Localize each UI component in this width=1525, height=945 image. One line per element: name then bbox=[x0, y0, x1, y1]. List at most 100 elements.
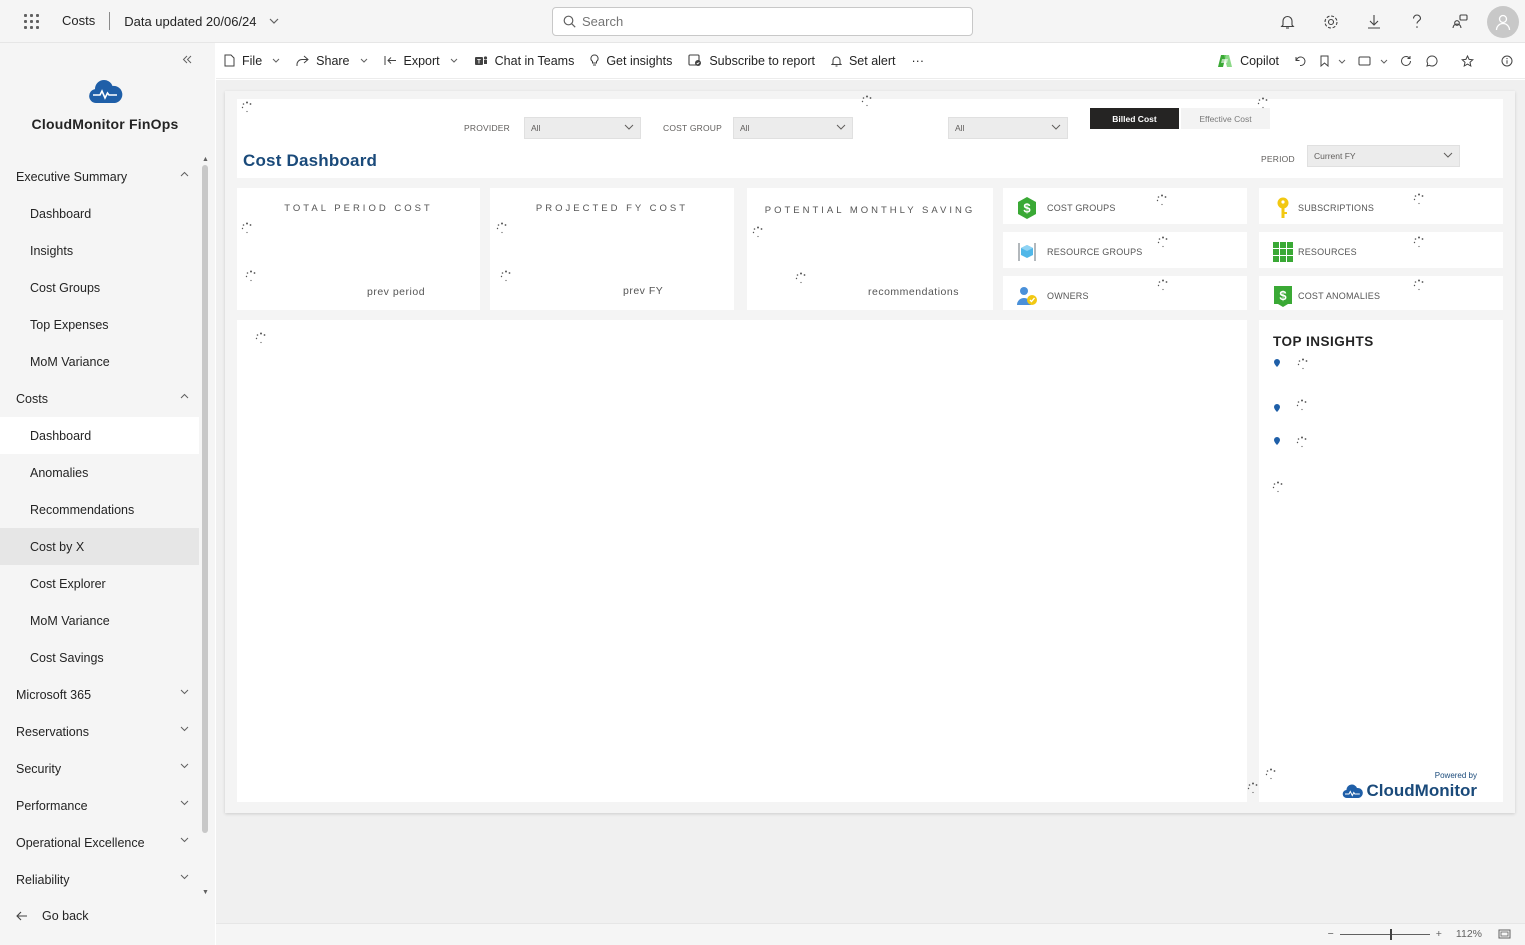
tile-label: OWNERS bbox=[1047, 291, 1089, 301]
loading-spinner-icon bbox=[752, 226, 763, 238]
sidebar-item-dashboard[interactable]: Dashboard bbox=[0, 195, 199, 232]
tile-cost-anomalies[interactable]: $ COST ANOMALIES bbox=[1259, 276, 1503, 310]
go-back-button[interactable]: Go back bbox=[16, 909, 89, 923]
kpi-total-period-cost[interactable]: TOTAL PERIOD COST prev period bbox=[237, 188, 480, 310]
billed-cost-button[interactable]: Billed Cost bbox=[1090, 108, 1179, 129]
zoom-slider-thumb[interactable] bbox=[1389, 928, 1392, 940]
chevron-down-icon bbox=[180, 800, 189, 806]
filter-slicer[interactable]: All bbox=[948, 117, 1068, 139]
file-menu-button[interactable]: File bbox=[216, 43, 288, 79]
scroll-up-arrow[interactable]: ▲ bbox=[202, 156, 209, 163]
fit-to-page-icon[interactable] bbox=[1498, 929, 1511, 939]
file-label: File bbox=[242, 53, 263, 68]
person-icon bbox=[1495, 14, 1511, 30]
sidebar-section-reliability[interactable]: Reliability bbox=[0, 861, 199, 898]
chat-in-teams-button[interactable]: T Chat in Teams bbox=[466, 43, 583, 79]
view-button[interactable] bbox=[1353, 43, 1393, 79]
export-label: Export bbox=[403, 53, 440, 68]
sidebar-item-label: Reliability bbox=[16, 872, 70, 887]
subscribe-button[interactable]: Subscribe to report bbox=[680, 43, 823, 79]
chevron-down-icon bbox=[1051, 124, 1061, 130]
zoom-out-button[interactable]: − bbox=[1328, 928, 1334, 940]
info-button[interactable] bbox=[1489, 43, 1525, 79]
report-page: PROVIDER All COST GROUP All All Billed C… bbox=[225, 91, 1515, 813]
help-button[interactable] bbox=[1395, 0, 1438, 43]
bell-icon bbox=[1280, 15, 1295, 29]
kpi-projected-fy-cost[interactable]: PROJECTED FY COST prev FY bbox=[490, 188, 734, 310]
sidebar-item-costs-mom-variance[interactable]: MoM Variance bbox=[0, 602, 199, 639]
sidebar-item-insights[interactable]: Insights bbox=[0, 232, 199, 269]
sidebar-section-costs[interactable]: Costs bbox=[0, 380, 199, 417]
svg-text:$: $ bbox=[1023, 201, 1031, 216]
data-updated-dropdown[interactable]: Data updated 20/06/24 bbox=[110, 14, 278, 29]
period-value: Current FY bbox=[1314, 151, 1356, 161]
chevron-down-icon bbox=[1380, 59, 1388, 64]
tile-subscriptions[interactable]: SUBSCRIPTIONS bbox=[1259, 188, 1503, 224]
comments-button[interactable] bbox=[1419, 43, 1445, 79]
search-box[interactable] bbox=[552, 7, 973, 36]
chevron-down-icon bbox=[360, 58, 367, 63]
chat-in-teams-label: Chat in Teams bbox=[494, 53, 575, 68]
zoom-in-button[interactable]: + bbox=[1436, 928, 1442, 940]
cost-group-slicer[interactable]: All bbox=[733, 117, 853, 139]
sidebar-scrollbar[interactable] bbox=[202, 165, 208, 833]
sidebar-item-cost-groups[interactable]: Cost Groups bbox=[0, 269, 199, 306]
share-menu-button[interactable]: Share bbox=[288, 43, 375, 79]
subscribe-label: Subscribe to report bbox=[709, 53, 815, 68]
download-button[interactable] bbox=[1352, 0, 1395, 43]
zoom-slider[interactable] bbox=[1339, 928, 1430, 940]
tile-resource-groups[interactable]: RESOURCE GROUPS bbox=[1003, 232, 1247, 268]
user-avatar[interactable] bbox=[1487, 5, 1519, 38]
tile-owners[interactable]: OWNERS bbox=[1003, 276, 1247, 310]
kpi-potential-monthly-saving[interactable]: POTENTIAL MONTHLY SAVING recommendations bbox=[747, 188, 993, 310]
sidebar-section-executive-summary[interactable]: Executive Summary bbox=[0, 158, 199, 195]
main-visual[interactable] bbox=[237, 320, 1258, 802]
sidebar-section-microsoft-365[interactable]: Microsoft 365 bbox=[0, 676, 199, 713]
export-menu-button[interactable]: Export bbox=[376, 43, 466, 79]
copilot-button[interactable]: Copilot bbox=[1209, 43, 1287, 79]
set-alert-button[interactable]: Set alert bbox=[823, 43, 904, 79]
sidebar-item-costs-dashboard[interactable]: Dashboard bbox=[0, 417, 199, 454]
sidebar-item-cost-savings[interactable]: Cost Savings bbox=[0, 639, 199, 676]
reset-button[interactable] bbox=[1287, 43, 1313, 79]
notifications-button[interactable] bbox=[1266, 0, 1309, 43]
sidebar-item-anomalies[interactable]: Anomalies bbox=[0, 454, 199, 491]
tile-label: RESOURCE GROUPS bbox=[1047, 247, 1143, 257]
sidebar-item-recommendations[interactable]: Recommendations bbox=[0, 491, 199, 528]
get-insights-label: Get insights bbox=[606, 53, 673, 68]
feedback-button[interactable] bbox=[1438, 0, 1481, 43]
sidebar-item-mom-variance[interactable]: MoM Variance bbox=[0, 343, 199, 380]
loading-spinner-icon bbox=[255, 332, 266, 344]
header-card: PROVIDER All COST GROUP All All Billed C… bbox=[237, 95, 1503, 178]
sidebar-item-label: MoM Variance bbox=[30, 613, 110, 628]
provider-slicer[interactable]: All bbox=[524, 117, 641, 139]
effective-cost-button[interactable]: Effective Cost bbox=[1181, 108, 1270, 129]
sidebar-section-operational-excellence[interactable]: Operational Excellence bbox=[0, 824, 199, 861]
share-label: Share bbox=[316, 53, 350, 68]
tile-resources[interactable]: RESOURCES bbox=[1259, 232, 1503, 268]
collapse-sidebar-button[interactable] bbox=[182, 51, 192, 67]
sidebar-section-reservations[interactable]: Reservations bbox=[0, 713, 199, 750]
sidebar-item-cost-explorer[interactable]: Cost Explorer bbox=[0, 565, 199, 602]
get-insights-button[interactable]: Get insights bbox=[582, 43, 680, 79]
sidebar-item-label: Top Expenses bbox=[30, 317, 109, 332]
favorite-button[interactable] bbox=[1445, 43, 1489, 79]
sidebar-item-cost-by-x[interactable]: Cost by X bbox=[0, 528, 199, 565]
period-slicer[interactable]: Current FY bbox=[1307, 145, 1460, 167]
more-options-button[interactable]: ··· bbox=[904, 43, 933, 79]
cube-icon bbox=[1018, 243, 1036, 261]
sidebar-section-performance[interactable]: Performance bbox=[0, 787, 199, 824]
settings-button[interactable] bbox=[1309, 0, 1352, 43]
tile-cost-groups[interactable]: $ COST GROUPS bbox=[1003, 188, 1247, 224]
sidebar-section-security[interactable]: Security bbox=[0, 750, 199, 787]
sidebar-item-top-expenses[interactable]: Top Expenses bbox=[0, 306, 199, 343]
app-launcher-button[interactable] bbox=[0, 0, 62, 43]
bookmark-button[interactable] bbox=[1313, 43, 1353, 79]
scroll-down-arrow[interactable]: ▼ bbox=[202, 889, 209, 896]
kpi-title: TOTAL PERIOD COST bbox=[284, 203, 433, 214]
loading-spinner-icon bbox=[241, 222, 252, 234]
share-icon bbox=[296, 55, 309, 66]
search-input[interactable] bbox=[582, 14, 942, 29]
refresh-button[interactable] bbox=[1393, 43, 1419, 79]
loading-spinner-icon bbox=[1413, 236, 1424, 248]
